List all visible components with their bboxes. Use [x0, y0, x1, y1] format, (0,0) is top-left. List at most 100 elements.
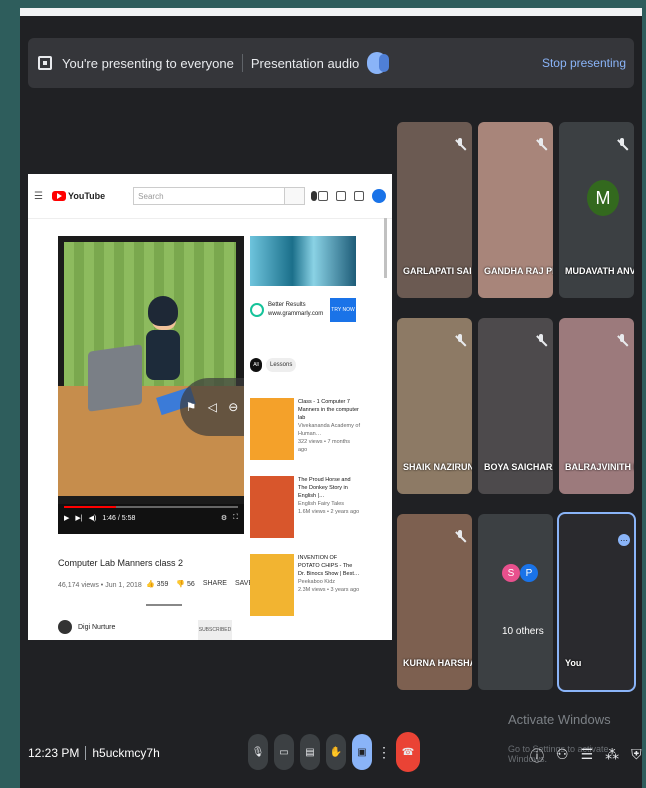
youtube-logo[interactable]: YouTube: [50, 191, 105, 201]
raise-hand-button[interactable]: ✋: [326, 734, 346, 770]
play-icon[interactable]: ▶: [64, 514, 69, 522]
mic-off-icon: [535, 334, 547, 346]
avatar: S: [502, 564, 520, 582]
player-time: 1:46 / 5:58: [102, 514, 136, 522]
channel-name[interactable]: Digi Nurture: [78, 624, 115, 631]
presenting-banner: You're presenting to everyone Presentati…: [28, 38, 634, 88]
others-tile[interactable]: S P 10 others: [478, 514, 553, 690]
participant-tile[interactable]: GARLAPATI SAIS...: [397, 122, 472, 298]
create-icon[interactable]: [318, 191, 328, 201]
menu-icon[interactable]: ☰: [34, 191, 44, 202]
mic-off-icon: [616, 138, 628, 150]
chip-all[interactable]: All: [250, 358, 262, 372]
people-icon[interactable]: ⚇: [556, 746, 569, 766]
player-controls-row: ▶ ▶| ◀) 1:46 / 5:58 ⚙ ⛶: [64, 514, 238, 522]
participant-tile[interactable]: BALRAJVINITH IB: [559, 318, 634, 494]
mic-off-icon: [454, 138, 466, 150]
microphone-button[interactable]: 🎙: [248, 734, 268, 770]
more-options-icon[interactable]: ⋯: [618, 534, 630, 546]
end-call-button[interactable]: ☎: [396, 732, 420, 772]
dislike-button[interactable]: 👎 56: [176, 580, 194, 588]
ad-url: www.grammarly.com: [268, 311, 324, 317]
subscribe-button[interactable]: SUBSCRIBED: [198, 620, 232, 640]
present-screen-icon: [38, 56, 52, 70]
recommendation-thumbnail: [250, 398, 294, 460]
recommendation-meta: 322 views • 7 months ago: [298, 439, 351, 453]
participant-tile[interactable]: KURNA HARSHA V...: [397, 514, 472, 690]
like-button[interactable]: 👍 359: [146, 580, 168, 588]
recommendation-title: INVENTION OF POTATO CHIPS - The Dr. Bino…: [298, 555, 360, 577]
captions-button[interactable]: ▤: [300, 734, 320, 770]
video-player[interactable]: ⚑ ◁ ⊖ ▶ ▶| ◀) 1:46 / 5:58 ⚙ ⛶: [58, 236, 244, 534]
top-strip: [20, 8, 642, 16]
participant-tile[interactable]: SHAIK NAZIRUNN...: [397, 318, 472, 494]
self-tile[interactable]: ⋯ You: [557, 512, 636, 692]
participant-name: GARLAPATI SAIS...: [403, 266, 472, 276]
recommendation-item[interactable]: The Proud Horse and The Donkey Story in …: [250, 476, 360, 538]
notifications-icon[interactable]: [354, 191, 364, 201]
participant-name: KURNA HARSHA V...: [403, 658, 472, 668]
stop-presenting-button[interactable]: Stop presenting: [542, 56, 626, 70]
activities-icon[interactable]: ⁂: [605, 746, 619, 766]
call-controls: 🎙 ▭ ▤ ✋ ▣ ⋮ ☎: [248, 732, 420, 772]
player-volume-icon[interactable]: ◀): [89, 514, 97, 522]
more-options-button[interactable]: ⋮: [377, 734, 391, 770]
next-icon[interactable]: ▶|: [75, 514, 82, 522]
video-title: Computer Lab Manners class 2: [58, 558, 184, 568]
participant-name: BOYA SAICHARAN...: [484, 462, 553, 472]
video-progress-bar[interactable]: [64, 506, 238, 508]
search-button[interactable]: [285, 187, 306, 205]
volume-icon[interactable]: ◁: [208, 400, 217, 414]
mic-icon[interactable]: [311, 191, 318, 201]
video-meta: 46,174 views • Jun 1, 2018: [58, 582, 142, 589]
presentation-audio-toggle[interactable]: [367, 52, 390, 74]
ad-banner-image[interactable]: [250, 236, 356, 286]
info-icon[interactable]: ⓘ: [530, 746, 544, 766]
host-controls-icon[interactable]: ⛨: [631, 746, 642, 766]
recommendation-channel: Vivekananda Academy of Human…: [298, 423, 360, 437]
presentation-audio-label: Presentation audio: [250, 55, 360, 71]
participant-tile[interactable]: M MUDAVATH ANVIT...: [559, 122, 634, 298]
video-character-hair: [148, 296, 178, 326]
recommendation-title: The Proud Horse and The Donkey Story in …: [298, 477, 351, 499]
participant-name: SHAIK NAZIRUNN...: [403, 462, 472, 472]
account-avatar[interactable]: [372, 189, 386, 203]
youtube-search-input[interactable]: Search: [133, 187, 286, 205]
mic-off-icon: [454, 334, 466, 346]
cast-icon[interactable]: ⚑: [186, 400, 197, 414]
settings-icon[interactable]: ⚙: [221, 514, 227, 522]
avatar: P: [520, 564, 538, 582]
presenting-text: You're presenting to everyone: [62, 55, 234, 71]
fullscreen-icon[interactable]: ⛶: [233, 514, 238, 522]
video-character-body: [146, 330, 180, 380]
meeting-code: h5uckmcy7h: [92, 746, 160, 760]
recommendation-channel: Peekaboo Kidz: [298, 579, 335, 585]
chat-icon[interactable]: ☰: [581, 746, 594, 766]
present-button[interactable]: ▣: [352, 734, 372, 770]
participant-tile[interactable]: GANDHA RAJ PRA...: [478, 122, 553, 298]
side-panel-icons: ⓘ ⚇ ☰ ⁂ ⛨: [530, 746, 642, 766]
participant-tile[interactable]: BOYA SAICHARAN...: [478, 318, 553, 494]
share-button[interactable]: SHARE: [203, 580, 227, 588]
participant-avatar: M: [587, 180, 619, 216]
camera-button[interactable]: ▭: [274, 734, 294, 770]
shared-screen: ☰ YouTube Search ⚑ ◁ ⊖ ▶ ▶| ◀) 1:46 / 5:…: [28, 174, 392, 640]
recommendation-item[interactable]: INVENTION OF POTATO CHIPS - The Dr. Bino…: [250, 554, 360, 616]
youtube-header-icons: [318, 189, 386, 203]
scrollbar[interactable]: [384, 218, 387, 278]
youtube-brand: YouTube: [68, 191, 106, 201]
participant-name: GANDHA RAJ PRA...: [484, 266, 553, 276]
chip-lessons[interactable]: Lessons: [266, 358, 297, 372]
divider: [85, 746, 87, 760]
apps-icon[interactable]: [336, 191, 346, 201]
ad-try-now-button[interactable]: TRY NOW: [330, 298, 356, 322]
participant-name: MUDAVATH ANVIT...: [565, 266, 634, 276]
activate-windows-title: Activate Windows: [508, 712, 611, 727]
grammarly-logo-icon: [250, 303, 264, 317]
minus-icon[interactable]: ⊖: [228, 400, 238, 414]
others-avatars: S P: [502, 564, 538, 582]
mic-off-icon: [535, 138, 547, 150]
clock-time: 12:23 PM: [28, 746, 80, 760]
recommendation-item[interactable]: Class - 1 Computer 7 Manners in the comp…: [250, 398, 360, 460]
channel-avatar[interactable]: [58, 620, 72, 634]
